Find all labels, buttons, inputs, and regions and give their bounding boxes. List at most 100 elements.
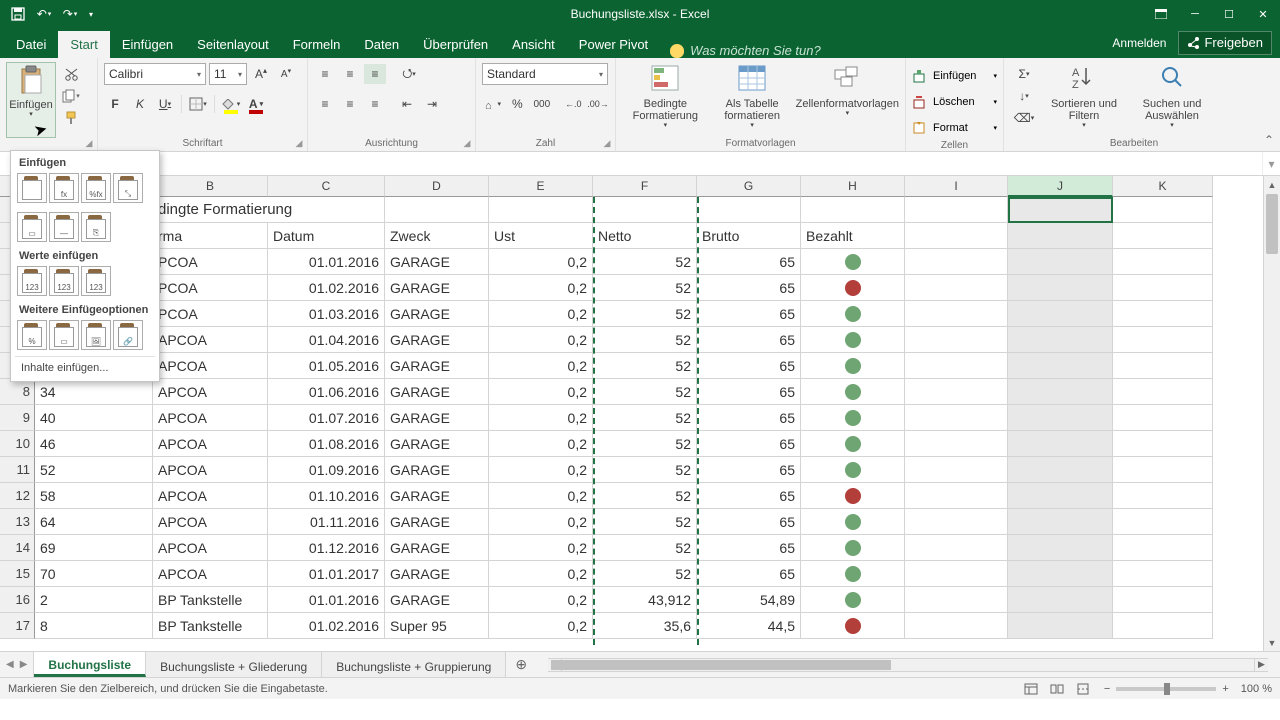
cell[interactable]: 01.11.2016 xyxy=(268,509,385,535)
cell[interactable]: GARAGE xyxy=(385,509,489,535)
cell[interactable]: 52 xyxy=(593,509,697,535)
clear[interactable]: ⌫▾ xyxy=(1010,108,1038,128)
column-header-K[interactable]: K xyxy=(1113,176,1213,197)
cell[interactable] xyxy=(801,249,905,275)
cell[interactable] xyxy=(801,327,905,353)
cell[interactable] xyxy=(801,613,905,639)
cell[interactable]: Netto xyxy=(593,223,697,249)
cell[interactable]: GARAGE xyxy=(385,457,489,483)
cell[interactable] xyxy=(905,483,1008,509)
cell[interactable]: 69 xyxy=(35,535,153,561)
cell[interactable] xyxy=(1113,301,1213,327)
cell[interactable]: 2 xyxy=(35,587,153,613)
worksheet[interactable]: BCDEFGHIJK 67891011121314151617 dingte F… xyxy=(0,176,1263,651)
cell[interactable]: 0,2 xyxy=(489,535,593,561)
share-button[interactable]: Freigeben xyxy=(1178,31,1272,55)
cell[interactable]: 0,2 xyxy=(489,457,593,483)
cell[interactable]: 0,2 xyxy=(489,249,593,275)
cell[interactable] xyxy=(905,587,1008,613)
align-right[interactable]: ≡ xyxy=(364,94,386,114)
cell[interactable] xyxy=(801,509,905,535)
increase-indent[interactable]: ⇥ xyxy=(421,94,443,114)
close-button[interactable]: ✕ xyxy=(1246,0,1280,28)
cell[interactable] xyxy=(1113,587,1213,613)
cell[interactable]: 65 xyxy=(697,379,801,405)
cell[interactable] xyxy=(1008,275,1113,301)
cell[interactable] xyxy=(905,405,1008,431)
cell[interactable]: 65 xyxy=(697,561,801,587)
cell[interactable]: 52 xyxy=(593,431,697,457)
cell[interactable] xyxy=(905,613,1008,639)
cell[interactable] xyxy=(801,379,905,405)
cell[interactable]: 70 xyxy=(35,561,153,587)
cell[interactable]: 46 xyxy=(35,431,153,457)
cell[interactable]: 0,2 xyxy=(489,405,593,431)
zoom-in[interactable]: + xyxy=(1222,683,1228,695)
cell[interactable] xyxy=(1113,457,1213,483)
cell[interactable]: 54,89 xyxy=(697,587,801,613)
cell[interactable]: GARAGE xyxy=(385,249,489,275)
new-sheet-button[interactable]: ⊕ xyxy=(506,652,536,677)
cell[interactable] xyxy=(801,197,905,223)
cell[interactable] xyxy=(801,535,905,561)
cell[interactable]: 40 xyxy=(35,405,153,431)
cell[interactable]: 52 xyxy=(593,483,697,509)
decrease-decimal[interactable]: .00→ xyxy=(587,94,609,114)
clipboard-launcher[interactable]: ◢ xyxy=(83,137,95,149)
cell[interactable] xyxy=(905,431,1008,457)
cell[interactable]: 65 xyxy=(697,431,801,457)
align-top[interactable]: ≡ xyxy=(314,64,336,84)
cell[interactable] xyxy=(801,405,905,431)
view-page-layout[interactable] xyxy=(1046,680,1068,698)
paste-option-icon[interactable]: ▭ xyxy=(49,320,79,350)
cell[interactable]: Zweck xyxy=(385,223,489,249)
conditional-formatting[interactable]: Bedingte Formatierung▾ xyxy=(622,62,709,138)
cell[interactable]: 01.01.2016 xyxy=(268,587,385,613)
column-header-J[interactable]: J xyxy=(1008,176,1113,197)
cell[interactable] xyxy=(489,197,593,223)
percent-format[interactable]: % xyxy=(507,94,529,114)
save-button[interactable] xyxy=(6,2,30,26)
cell[interactable] xyxy=(1113,535,1213,561)
cell[interactable] xyxy=(801,301,905,327)
shrink-font[interactable]: A▾ xyxy=(275,64,297,84)
cell[interactable]: PCOA xyxy=(153,275,268,301)
cell[interactable]: 35,6 xyxy=(593,613,697,639)
cell[interactable] xyxy=(1113,613,1213,639)
paste-option-icon[interactable]: ⤡ xyxy=(113,173,143,203)
cell[interactable]: GARAGE xyxy=(385,431,489,457)
column-header-D[interactable]: D xyxy=(385,176,489,197)
cell[interactable] xyxy=(1113,327,1213,353)
copy-button[interactable]: ▾ xyxy=(60,86,82,106)
decrease-indent[interactable]: ⇤ xyxy=(396,94,418,114)
cell[interactable] xyxy=(1008,535,1113,561)
cell[interactable] xyxy=(385,197,489,223)
cell[interactable]: 65 xyxy=(697,327,801,353)
cell[interactable] xyxy=(1113,483,1213,509)
cell[interactable]: 0,2 xyxy=(489,353,593,379)
zoom-slider[interactable] xyxy=(1116,687,1216,691)
hscroll-thumb[interactable] xyxy=(551,660,891,670)
cell[interactable]: 65 xyxy=(697,353,801,379)
cell[interactable]: 52 xyxy=(593,535,697,561)
find-select[interactable]: Suchen und Auswählen▾ xyxy=(1130,62,1214,138)
column-header-E[interactable]: E xyxy=(489,176,593,197)
column-header-F[interactable]: F xyxy=(593,176,697,197)
cell[interactable]: GARAGE xyxy=(385,405,489,431)
cell[interactable] xyxy=(905,301,1008,327)
cell[interactable]: 52 xyxy=(593,379,697,405)
cell[interactable]: 01.02.2016 xyxy=(268,613,385,639)
cell[interactable] xyxy=(1008,509,1113,535)
cell[interactable]: 43,912 xyxy=(593,587,697,613)
row-header[interactable]: 15 xyxy=(0,561,35,587)
grow-font[interactable]: A▴ xyxy=(250,64,272,84)
cell[interactable] xyxy=(905,249,1008,275)
italic-button[interactable]: K xyxy=(129,94,151,114)
cell[interactable] xyxy=(1113,275,1213,301)
cell[interactable]: APCOA xyxy=(153,509,268,535)
cell[interactable] xyxy=(1008,457,1113,483)
cell[interactable] xyxy=(1008,561,1113,587)
cell[interactable]: 52 xyxy=(593,275,697,301)
sheet-tab[interactable]: Buchungsliste + Gruppierung xyxy=(322,652,506,677)
cell[interactable]: 52 xyxy=(35,457,153,483)
